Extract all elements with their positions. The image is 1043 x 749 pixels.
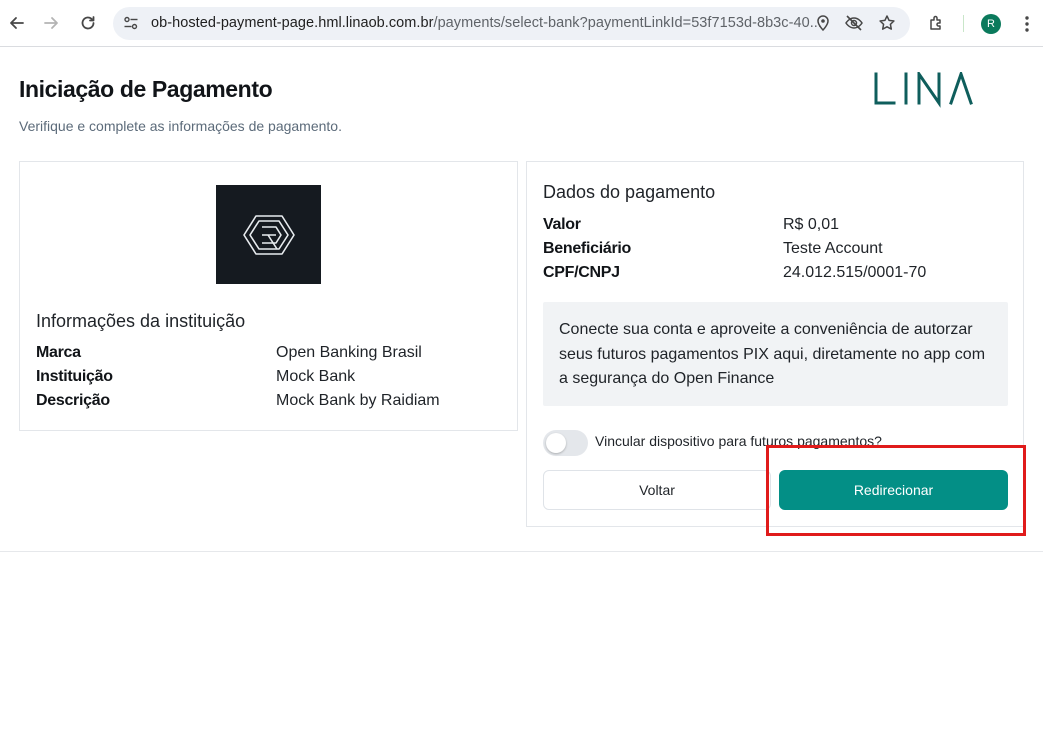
payment-label: CPF/CNPJ xyxy=(543,264,620,281)
address-bar[interactable]: ob-hosted-payment-page.hml.linaob.com.br… xyxy=(113,7,910,40)
payment-section-title: Dados do pagamento xyxy=(543,182,716,202)
payment-row-amount: Valor R$ 0,01 xyxy=(543,216,1003,238)
eye-off-icon[interactable] xyxy=(844,13,864,33)
payment-value: R$ 0,01 xyxy=(783,216,840,233)
profile-initial: R xyxy=(987,18,995,30)
url-path: /payments/select-bank?paymentLinkId=53f7… xyxy=(433,15,822,31)
toggle-knob xyxy=(546,433,566,453)
extensions-icon[interactable] xyxy=(926,12,948,34)
institution-row-brand: Marca Open Banking Brasil xyxy=(36,344,496,366)
link-device-toggle[interactable] xyxy=(543,430,588,456)
bank-logo-icon xyxy=(216,185,321,284)
back-button[interactable]: Voltar xyxy=(543,470,771,510)
institution-row-institution: Instituição Mock Bank xyxy=(36,368,496,390)
reload-icon[interactable] xyxy=(74,9,102,37)
highlight-box xyxy=(766,445,1026,536)
location-icon[interactable] xyxy=(813,13,833,33)
payment-label: Beneficiário xyxy=(543,240,631,257)
bookmark-star-icon[interactable] xyxy=(877,13,897,33)
payment-label: Valor xyxy=(543,216,581,233)
url-domain: ob-hosted-payment-page.hml.linaob.com.br xyxy=(151,15,434,31)
institution-value: Open Banking Brasil xyxy=(276,344,422,361)
institution-label: Marca xyxy=(36,344,81,361)
institution-value: Mock Bank by Raidiam xyxy=(276,392,440,409)
institution-row-description: Descrição Mock Bank by Raidiam xyxy=(36,392,496,414)
open-finance-notice: Conecte sua conta e aproveite a conveniê… xyxy=(543,302,1008,406)
page-subtitle: Verifique e complete as informações de p… xyxy=(19,118,342,134)
back-arrow-icon[interactable] xyxy=(3,9,31,37)
institution-section-title: Informações da instituição xyxy=(36,311,246,331)
more-menu-icon[interactable] xyxy=(1018,13,1036,35)
institution-value: Mock Bank xyxy=(276,368,356,385)
institution-label: Descrição xyxy=(36,392,110,409)
payment-row-cpf-cnpj: CPF/CNPJ 24.012.515/0001-70 xyxy=(543,264,1003,286)
lina-logo: LINA xyxy=(873,69,976,108)
payment-value: 24.012.515/0001-70 xyxy=(783,264,927,281)
payment-value: Teste Account xyxy=(783,240,883,257)
logo-text: LINA xyxy=(975,72,976,73)
payment-row-beneficiary: Beneficiário Teste Account xyxy=(543,240,1003,262)
institution-card: Informações da instituição Marca Open Ba… xyxy=(19,161,518,431)
site-settings-icon[interactable] xyxy=(121,13,141,33)
browser-toolbar: ob-hosted-payment-page.hml.linaob.com.br… xyxy=(0,0,1043,47)
institution-label: Instituição xyxy=(36,368,113,385)
page-divider xyxy=(0,551,1043,552)
toolbar-divider xyxy=(963,15,964,32)
profile-avatar[interactable]: R xyxy=(981,14,1001,34)
forward-arrow-icon[interactable] xyxy=(37,9,65,37)
page-title: Iniciação de Pagamento xyxy=(19,76,273,102)
url-text: ob-hosted-payment-page.hml.linaob.com.br… xyxy=(151,15,822,31)
